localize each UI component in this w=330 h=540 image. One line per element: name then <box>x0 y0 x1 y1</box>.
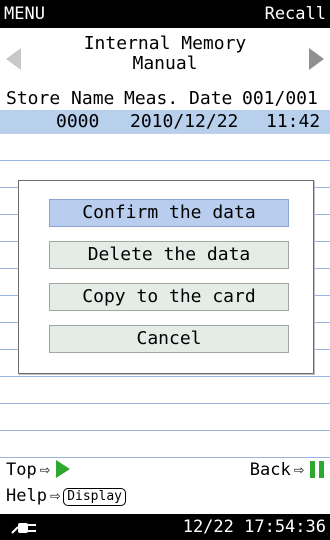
play-icon <box>55 460 70 478</box>
record-date: 2010/12/22 <box>130 111 239 132</box>
cancel-button[interactable]: Cancel <box>49 325 289 353</box>
menu-label[interactable]: MENU <box>4 0 45 28</box>
meas-date-header: Meas. Date <box>124 88 233 109</box>
page-counter: 001/001 <box>242 88 318 109</box>
arrow-icon: ⇨ <box>39 460 50 480</box>
table-row[interactable]: 0000 2010/12/22 11:42 <box>0 110 330 134</box>
top-hint: Top ⇨ <box>6 460 70 480</box>
memory-title-line1: Internal Memory <box>83 33 247 54</box>
arrow-icon: ⇨ <box>49 486 61 506</box>
memory-nav: Internal Memory Manual <box>0 28 330 88</box>
next-arrow-icon[interactable] <box>309 48 324 70</box>
memory-title: Internal Memory Manual <box>40 34 290 74</box>
confirm-data-button[interactable]: Confirm the data <box>49 199 289 227</box>
clock: 12/22 17:54:36 <box>182 517 326 537</box>
action-dialog: Confirm the data Delete the data Copy to… <box>18 180 314 374</box>
top-label: Top <box>6 460 37 480</box>
status-bar: 12/22 17:54:36 <box>0 514 330 540</box>
delete-data-button[interactable]: Delete the data <box>49 241 289 269</box>
display-button[interactable]: Display <box>63 488 126 506</box>
store-number: 0000 <box>56 111 100 132</box>
store-name-header: Store Name <box>6 88 115 109</box>
back-label: Back <box>249 460 291 480</box>
help-label: Help <box>6 486 47 506</box>
back-hint: Back ⇨ <box>250 460 324 480</box>
previous-arrow-icon[interactable] <box>6 48 21 70</box>
recall-label: Recall <box>264 4 326 24</box>
column-header: Store Name Meas. Date 001/001 <box>0 88 330 110</box>
power-plug-icon <box>11 523 36 534</box>
record-time: 11:42 <box>266 111 321 132</box>
arrow-icon: ⇨ <box>293 460 304 480</box>
help-hint: Help ⇨ Display <box>6 486 126 506</box>
footer-help: Top ⇨ Back ⇨ Help ⇨ Display <box>0 458 330 514</box>
title-bar: MENU Recall <box>0 0 330 28</box>
memory-title-line2: Manual <box>132 53 198 74</box>
pause-icon <box>310 461 324 478</box>
copy-to-card-button[interactable]: Copy to the card <box>49 283 289 311</box>
